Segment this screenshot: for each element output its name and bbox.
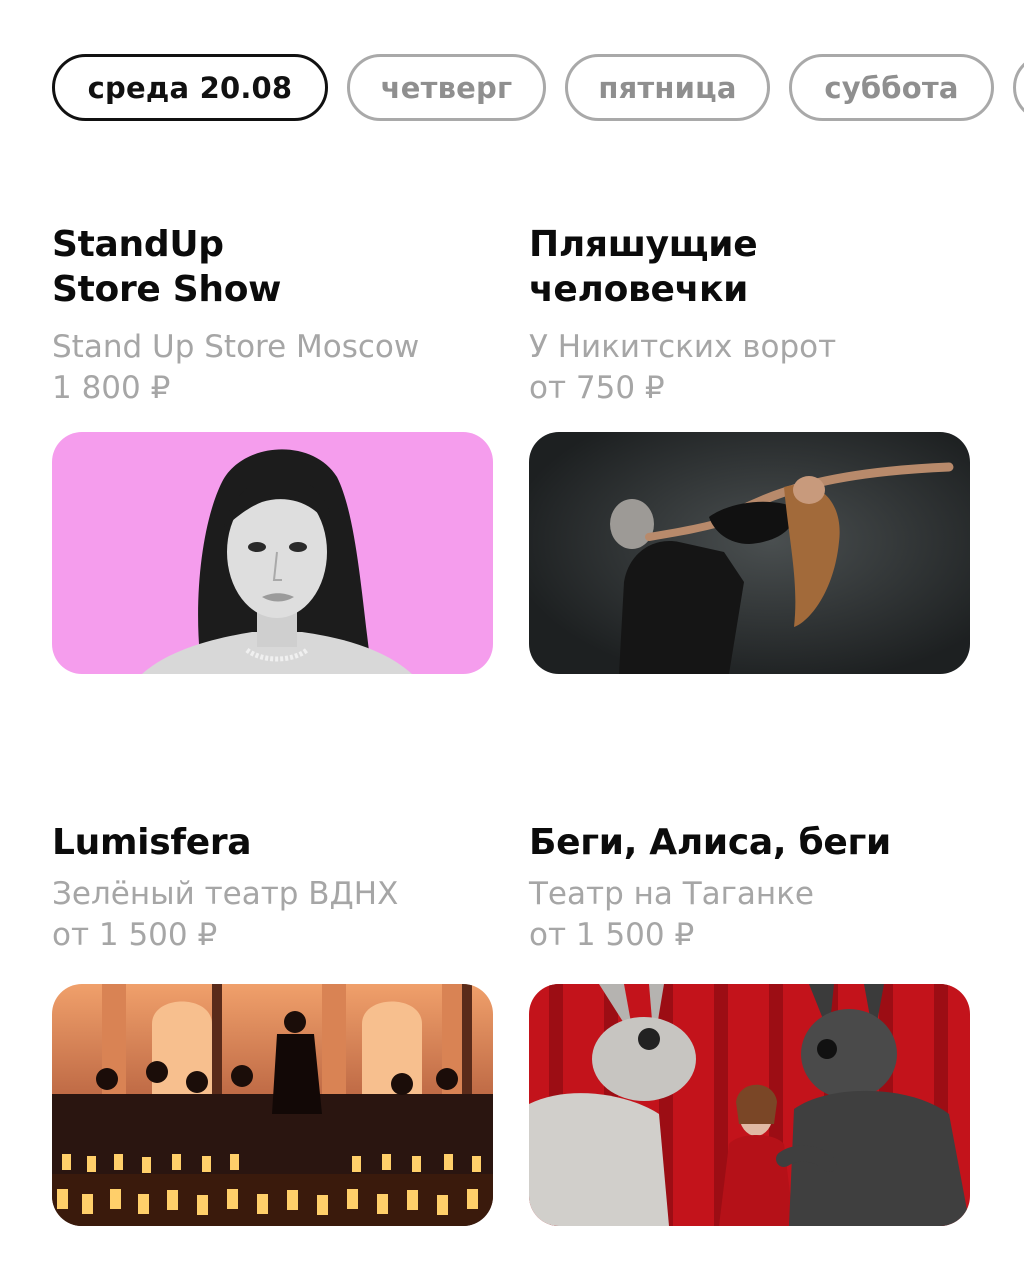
day-chip-saturday[interactable]: суббота — [789, 54, 994, 121]
event-title: StandUp Store Show — [52, 224, 282, 310]
rabbits-illustration — [529, 984, 970, 1226]
event-card-run-alice-run[interactable]: Беги, Алиса, беги Театр на Таганке от 1 … — [529, 820, 971, 1226]
event-card-dancing-men[interactable]: Пляшущие человечки У Никитских ворот от … — [529, 222, 971, 674]
event-card-standup-store-show[interactable]: StandUp Store Show Stand Up Store Moscow… — [52, 222, 494, 674]
day-chip-wednesday[interactable]: среда 20.08 — [52, 54, 328, 121]
event-venue: У Никитских ворот — [529, 329, 837, 365]
event-price: от 1 500 ₽ — [52, 917, 218, 953]
event-title: Пляшущие человечки — [529, 224, 758, 310]
orchestra-illustration — [52, 984, 493, 1226]
event-price: от 1 500 ₽ — [529, 917, 695, 953]
event-title: Lumisfera — [52, 822, 252, 863]
event-card-lumisfera[interactable]: Lumisfera Зелёный театр ВДНХ от 1 500 ₽ — [52, 820, 494, 1226]
dance-illustration — [529, 432, 970, 674]
event-title: Беги, Алиса, беги — [529, 822, 891, 863]
event-image-dance[interactable] — [529, 432, 970, 674]
event-venue: Stand Up Store Moscow — [52, 329, 420, 365]
day-chip-thursday[interactable]: четверг — [347, 54, 546, 121]
day-chip-friday[interactable]: пятница — [565, 54, 770, 121]
portrait-illustration — [52, 432, 493, 674]
event-venue: Зелёный театр ВДНХ — [52, 876, 399, 912]
day-selector: среда 20.08 четверг пятница суббота — [0, 0, 1024, 140]
event-image-rabbits[interactable] — [529, 984, 970, 1226]
event-price: от 750 ₽ — [529, 370, 665, 406]
event-price: 1 800 ₽ — [52, 370, 171, 406]
event-image-orchestra[interactable] — [52, 984, 493, 1226]
day-chip-sunday[interactable] — [1013, 54, 1024, 121]
event-venue: Театр на Таганке — [529, 876, 814, 912]
event-image-portrait[interactable] — [52, 432, 493, 674]
